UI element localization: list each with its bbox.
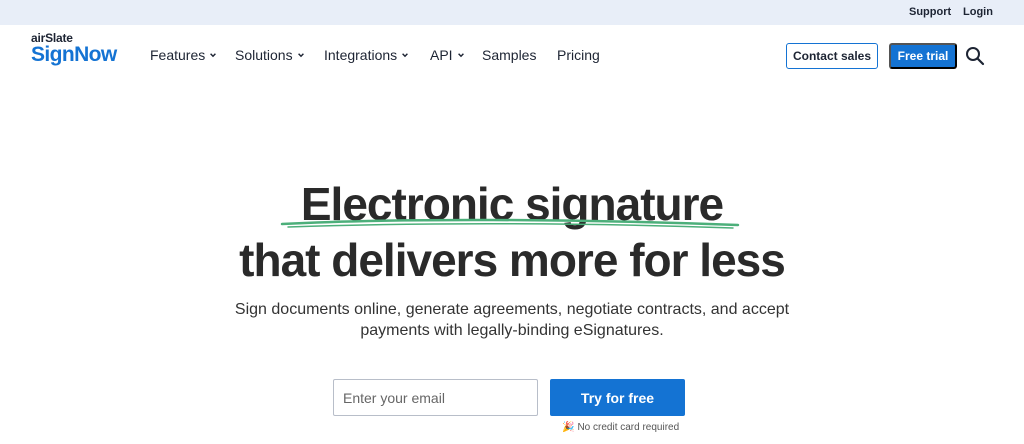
nav-samples-label: Samples: [482, 47, 537, 63]
nav-integrations-label: Integrations: [324, 47, 398, 63]
nav-pricing-label: Pricing: [557, 47, 600, 63]
nav-integrations[interactable]: Integrations: [324, 47, 409, 63]
signnow-logo[interactable]: airSlate SignNow: [31, 32, 117, 66]
nav-features-label: Features: [150, 47, 206, 63]
try-for-free-button[interactable]: Try for free: [550, 379, 685, 416]
main-navbar: airSlate SignNow Features Solutions Inte…: [0, 25, 1024, 85]
nav-api-label: API: [430, 47, 453, 63]
chevron-down-icon: [210, 53, 217, 58]
nav-samples[interactable]: Samples: [482, 47, 536, 63]
login-link[interactable]: Login: [963, 6, 993, 18]
contact-sales-button[interactable]: Contact sales: [786, 43, 878, 69]
chevron-down-icon: [457, 53, 464, 58]
hero-subtitle-line1: Sign documents online, generate agreemen…: [234, 301, 790, 318]
nav-solutions[interactable]: Solutions: [235, 47, 305, 63]
email-input[interactable]: [333, 379, 538, 416]
chevron-down-icon: [402, 53, 409, 58]
hero-title-line2: that delivers more for less: [239, 234, 786, 286]
nav-api[interactable]: API: [430, 47, 465, 63]
no-credit-card-note: 🎉 No credit card required: [562, 422, 679, 433]
no-credit-card-text: No credit card required: [577, 422, 680, 433]
search-icon[interactable]: [965, 46, 985, 66]
support-link[interactable]: Support: [909, 6, 951, 18]
hero-subtitle-line2: payments with legally-binding eSignature…: [360, 322, 664, 339]
free-trial-button[interactable]: Free trial: [889, 43, 957, 69]
green-underline-decoration: [280, 218, 740, 229]
nav-solutions-label: Solutions: [235, 47, 293, 63]
logo-name: SignNow: [31, 43, 117, 66]
chevron-down-icon: [297, 53, 304, 58]
nav-features[interactable]: Features: [150, 47, 217, 63]
party-popper-icon: 🎉: [562, 422, 575, 433]
nav-pricing[interactable]: Pricing: [557, 47, 600, 63]
top-utility-bar: Support Login: [0, 0, 1024, 25]
